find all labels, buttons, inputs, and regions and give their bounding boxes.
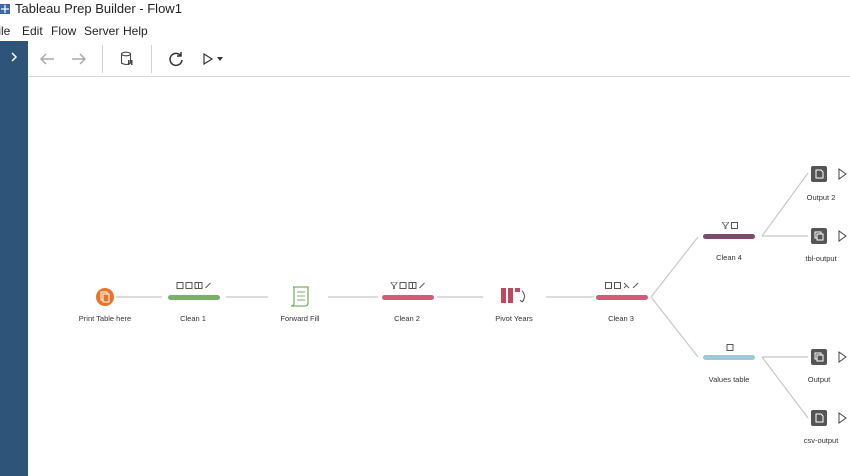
node-label-clean-1: Clean 1 (180, 314, 206, 323)
menu-file[interactable]: File (0, 22, 10, 40)
edit-icon (419, 282, 425, 289)
node-label-csv-output: csv-output (803, 436, 839, 445)
script-scroll-icon (290, 286, 309, 307)
flow-node-csv-output[interactable] (811, 410, 827, 426)
flow-node-clean-1[interactable] (168, 295, 220, 300)
menu-edit[interactable]: Edit (22, 22, 43, 40)
toolbar-separator (151, 45, 152, 73)
back-arrow-icon (39, 53, 54, 65)
flow-node-output-2[interactable] (811, 166, 827, 182)
flow-node-output[interactable] (811, 349, 827, 365)
forward-button[interactable] (68, 48, 90, 70)
node-label-input: Print Table here (78, 314, 132, 323)
refresh-icon (169, 52, 183, 67)
flow-connections (116, 172, 809, 419)
rename-icon (726, 344, 734, 351)
run-output-2-icon[interactable] (837, 168, 847, 180)
node-label-clean-3: Clean 3 (608, 314, 634, 323)
node-label-output: Output (807, 375, 831, 384)
flow-node-pivot[interactable] (500, 286, 528, 306)
chevron-right-icon (11, 52, 18, 62)
input-table-icon (96, 288, 114, 306)
window-title: Tableau Prep Builder - Flow1 (15, 1, 182, 16)
flow-node-tbl-output[interactable] (811, 228, 827, 244)
title-bar: Tableau Prep Builder - Flow1 (0, 0, 850, 20)
rename-icon (399, 282, 407, 289)
edit-icon (205, 282, 211, 289)
file-output-icon (815, 413, 823, 423)
flow-node-forward-fill[interactable] (288, 285, 312, 307)
run-tbl-output-icon[interactable] (837, 230, 847, 242)
database-output-icon (814, 231, 824, 241)
tableau-prep-app-icon (0, 4, 10, 14)
back-button[interactable] (36, 48, 58, 70)
flow-node-input[interactable] (95, 287, 115, 307)
values-change-icons (726, 344, 734, 351)
rename-icon (614, 282, 621, 289)
flow-node-clean-2[interactable] (382, 295, 434, 300)
rename-icon (176, 282, 184, 289)
file-output-icon (815, 169, 823, 179)
expand-panel-button[interactable] (0, 41, 28, 77)
node-label-pivot: Pivot Years (495, 314, 533, 323)
data-pause-icon (120, 51, 133, 66)
forward-arrow-icon (72, 53, 87, 65)
node-label-output-2: Output 2 (806, 193, 836, 202)
flow-node-clean-3[interactable] (596, 295, 648, 300)
database-output-icon (814, 352, 824, 362)
toolbar (28, 41, 850, 77)
calc-icon (623, 282, 630, 289)
menu-server[interactable]: Server (84, 22, 119, 40)
node-label-clean-2: Clean 2 (394, 314, 420, 323)
node-label-forward-fill: Forward Fill (280, 314, 320, 323)
clean2-change-icons (390, 282, 426, 289)
split-icon (408, 282, 417, 289)
clean3-change-icons (605, 282, 639, 289)
left-side-panel (0, 41, 28, 476)
caret-down-icon (216, 57, 223, 61)
pause-data-updates-button[interactable] (116, 48, 138, 70)
menu-bar: File Edit Flow Server Help (0, 22, 850, 40)
menu-help[interactable]: Help (123, 22, 148, 40)
split-icon (194, 282, 203, 289)
run-flow-button[interactable] (198, 48, 226, 70)
rename-icon (605, 282, 612, 289)
run-output-icon[interactable] (837, 351, 847, 363)
run-icon (202, 53, 213, 65)
clean1-change-icons (176, 282, 212, 289)
rename-icon (731, 222, 738, 229)
node-label-values-table: Values table (708, 375, 750, 384)
flow-node-clean-4[interactable] (703, 234, 755, 239)
run-csv-output-icon[interactable] (837, 412, 847, 424)
rename-icon (185, 282, 193, 289)
clean4-change-icons (722, 222, 738, 229)
node-label-clean-4: Clean 4 (716, 253, 742, 262)
flow-node-values-table[interactable] (703, 355, 755, 360)
node-label-tbl-output: tbl-output (805, 254, 837, 263)
edit-icon (632, 282, 639, 289)
pivot-icon (501, 288, 525, 303)
menu-flow[interactable]: Flow (51, 22, 76, 40)
flow-canvas[interactable]: Print Table here Clean 1 Forward Fill Cl… (28, 78, 850, 476)
filter-icon (390, 282, 398, 289)
toolbar-separator (102, 45, 103, 73)
filter-icon (722, 222, 729, 229)
refresh-button[interactable] (165, 48, 187, 70)
